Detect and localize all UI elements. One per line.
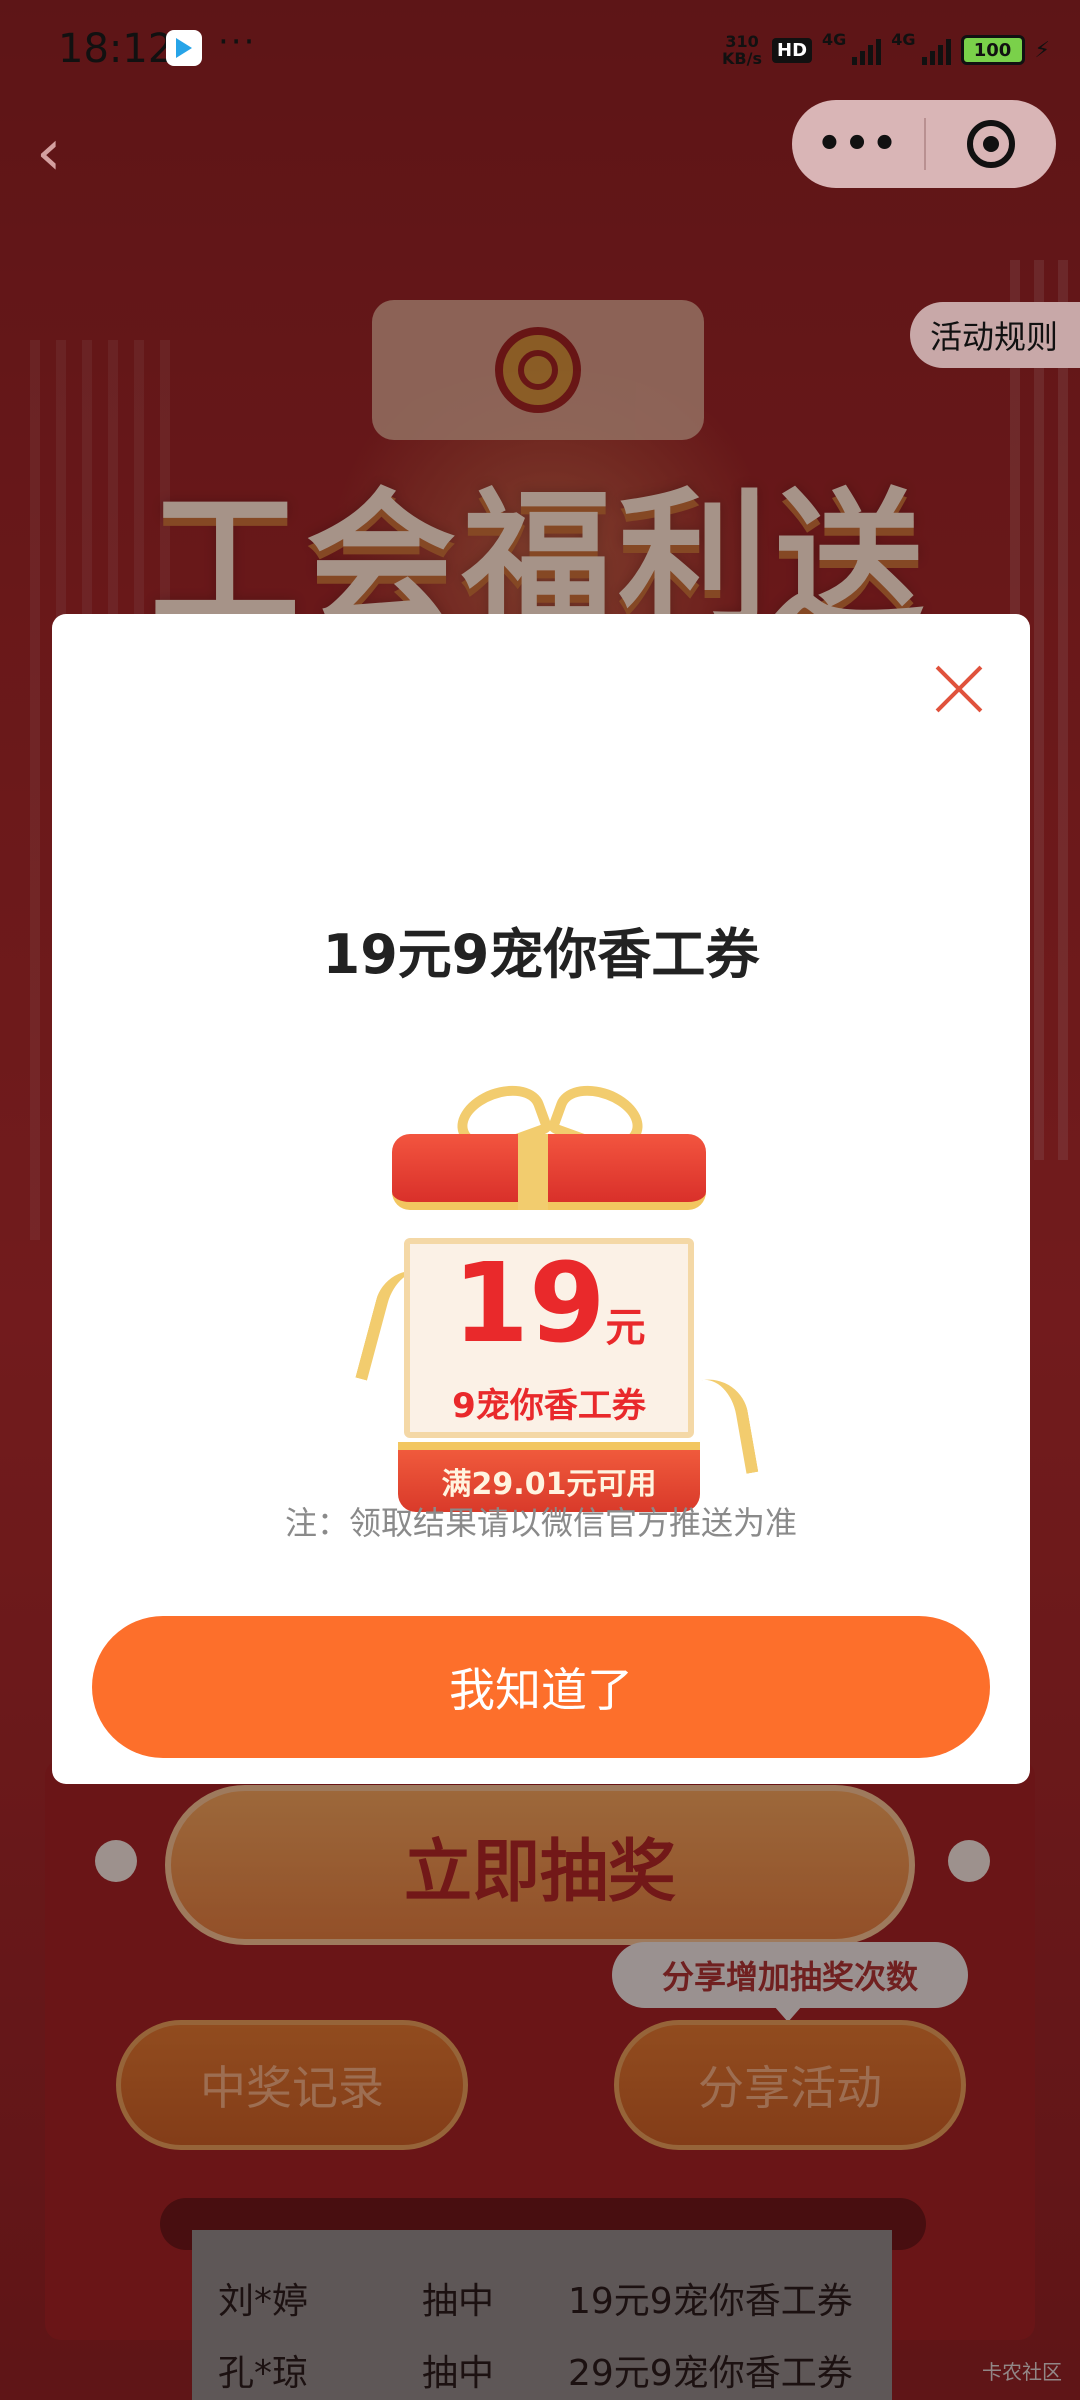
coupon-card: 19元 9宠你香工券 bbox=[404, 1238, 694, 1438]
status-indicators: 310 KB/s HD 4G 4G 100 ⚡ bbox=[722, 30, 1050, 70]
network-speed-unit: KB/s bbox=[722, 49, 762, 68]
more-notifications-icon: ··· bbox=[218, 22, 257, 62]
prize-dialog: 19元9宠你香工券 19元 9宠你香工券 满29.01元可用 注：领取结果请以微… bbox=[52, 614, 1030, 1784]
signal-type: 4G bbox=[891, 30, 916, 49]
network-speed-value: 310 bbox=[725, 32, 759, 51]
coupon-name: 9宠你香工券 bbox=[452, 1386, 646, 1426]
battery-icon: 100 bbox=[960, 35, 1025, 65]
charging-icon: ⚡ bbox=[1034, 37, 1050, 63]
close-icon[interactable] bbox=[932, 662, 986, 716]
activity-rules-button[interactable]: 活动规则 bbox=[910, 302, 1080, 368]
back-button[interactable]: ‹ bbox=[36, 118, 86, 188]
coupon-amount-unit: 元 bbox=[605, 1305, 646, 1351]
dialog-title: 19元9宠你香工券 bbox=[322, 923, 760, 986]
dialog-note: 注：领取结果请以微信官方推送为准 bbox=[284, 1504, 797, 1542]
ribbon-tail bbox=[701, 1373, 759, 1479]
network-speed: 310 KB/s bbox=[722, 33, 762, 67]
coupon-amount-value: 19 bbox=[452, 1239, 606, 1367]
video-app-icon bbox=[166, 30, 202, 66]
gift-strap bbox=[518, 1134, 548, 1210]
status-time: 18:12 bbox=[58, 26, 174, 72]
more-menu-button[interactable]: ••• bbox=[792, 121, 924, 167]
signal-icon bbox=[921, 35, 951, 65]
signal-type: 4G bbox=[822, 30, 847, 49]
gift-lid bbox=[392, 1134, 706, 1210]
close-miniprogram-button[interactable] bbox=[926, 120, 1056, 168]
coupon-amount: 19元 bbox=[410, 1248, 688, 1358]
acknowledge-button[interactable]: 我知道了 bbox=[92, 1616, 990, 1758]
status-bar: 18:12 ··· 310 KB/s HD 4G 4G 100 ⚡ bbox=[0, 0, 1080, 100]
hd-voice-icon: HD bbox=[772, 37, 813, 63]
signal-icon bbox=[852, 35, 882, 65]
miniprogram-capsule: ••• bbox=[792, 100, 1056, 188]
target-icon bbox=[967, 120, 1015, 168]
coupon-gift-box: 19元 9宠你香工券 满29.01元可用 bbox=[355, 1074, 760, 1512]
